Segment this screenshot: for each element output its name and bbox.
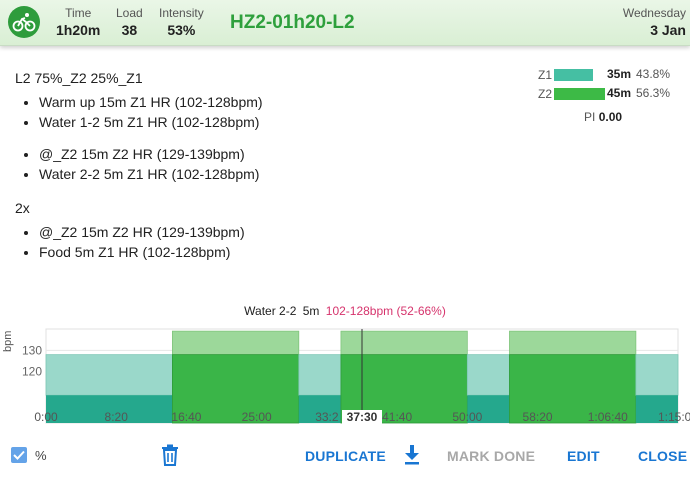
step-name: Water 2-2 — [244, 304, 297, 318]
x-tick-label: 50:00 — [452, 410, 482, 424]
step-band-z2-upper — [509, 330, 637, 356]
pi-label: PI — [584, 110, 596, 124]
stat-time: Time 1h20m — [56, 6, 100, 38]
day-of-week: Wednesday — [622, 6, 686, 20]
zone-name: Z2 — [538, 87, 553, 101]
step-duration: 5m — [302, 304, 320, 318]
description-heading: L2 75%_Z2 25%_Z1 — [15, 70, 143, 86]
stat-load-label: Load — [116, 6, 143, 20]
mark-done-button[interactable]: MARK DONE — [447, 448, 535, 464]
download-icon[interactable] — [403, 444, 421, 471]
zone-summary: Z1 35m 43.8% Z2 45m 56.3% PI 0.00 — [536, 66, 686, 124]
stat-intensity: Intensity 53% — [159, 6, 204, 38]
percent-checkbox[interactable] — [11, 447, 27, 463]
stat-intensity-label: Intensity — [159, 6, 204, 20]
cyclist-icon — [8, 6, 40, 38]
zone-bar — [554, 88, 605, 100]
step-band-z1 — [466, 354, 510, 396]
x-tick-label: 8:20 — [105, 410, 129, 424]
x-tick-label: 25:00 — [242, 410, 272, 424]
chart-step-readout: Water 2-2 5m 102-128bpm (52-66%) — [0, 304, 690, 318]
x-tick-label: 16:40 — [171, 410, 201, 424]
pi-value: 0.00 — [598, 110, 623, 124]
y-tick-label: 130 — [22, 343, 42, 357]
stat-time-value: 1h20m — [56, 22, 101, 38]
x-tick-label: 41:40 — [382, 410, 412, 424]
cursor-label: 37:30 — [347, 410, 378, 424]
edit-button[interactable]: EDIT — [567, 448, 600, 464]
zone-time: 35m — [607, 67, 632, 81]
step-item: @_Z2 15m Z2 HR (129-139bpm) — [39, 222, 495, 242]
step-band-z2-upper — [171, 330, 300, 356]
step-item: Water 1-2 5m Z1 HR (102-128bpm) — [39, 112, 495, 132]
percent-checkbox-label: % — [35, 448, 47, 463]
day-month: 3 Jan — [650, 22, 686, 38]
step-item: @_Z2 15m Z2 HR (129-139bpm) — [39, 144, 495, 164]
stat-intensity-value: 53% — [167, 22, 196, 38]
close-button[interactable]: CLOSE — [638, 448, 687, 464]
x-tick-label: 0:00 — [34, 410, 58, 424]
step-list-1: Warm up 15m Z1 HR (102-128bpm) Water 1-2… — [39, 92, 495, 132]
stat-load: Load 38 — [116, 6, 143, 38]
pi-readout: PI 0.00 — [584, 110, 622, 124]
step-range: 102-128bpm (52-66%) — [325, 304, 446, 318]
step-band-z1 — [635, 354, 679, 396]
zone-percent: 56.3% — [636, 86, 671, 100]
zone-row-z2: Z2 45m 56.3% — [536, 85, 686, 104]
zone-bar — [554, 69, 593, 81]
step-list-3: @_Z2 15m Z2 HR (129-139bpm) Food 5m Z1 H… — [39, 222, 495, 262]
step-item: Food 5m Z1 HR (102-128bpm) — [39, 242, 495, 262]
x-tick-label: 1:15:00 — [658, 410, 690, 424]
repeat-label: 2x — [15, 200, 30, 216]
zone-name: Z1 — [538, 68, 553, 82]
step-item: Water 2-2 5m Z1 HR (102-128bpm) — [39, 164, 495, 184]
y-tick-label: 120 — [22, 365, 42, 379]
x-tick-label: 1:06:40 — [588, 410, 628, 424]
zone-row-z1: Z1 35m 43.8% — [536, 66, 686, 85]
step-band-z1 — [298, 354, 342, 396]
step-item: Warm up 15m Z1 HR (102-128bpm) — [39, 92, 495, 112]
stat-load-value: 38 — [121, 22, 138, 38]
zone-percent: 43.8% — [636, 67, 671, 81]
workout-chart[interactable]: 120 130 0:00 8:20 16:40 25:00 33:2 41:40 50:00 58… — [0, 320, 690, 430]
x-tick-label: 33:2 — [315, 410, 339, 424]
step-band-z1 — [45, 354, 173, 396]
workout-description: L2 75%_Z2 25%_Z1 Warm up 15m Z1 HR (102-… — [15, 68, 495, 262]
step-band-z2-upper — [340, 330, 468, 356]
delete-icon[interactable] — [161, 444, 179, 471]
duplicate-button[interactable]: DUPLICATE — [305, 448, 386, 464]
x-tick-label: 58:20 — [523, 410, 553, 424]
workout-title: HZ2-01h20-L2 — [230, 12, 355, 33]
workout-date: Wednesday 3 Jan — [623, 6, 686, 38]
step-list-2: @_Z2 15m Z2 HR (129-139bpm) Water 2-2 5m… — [39, 144, 495, 184]
zone-time: 45m — [607, 86, 632, 100]
app-header: Time 1h20m Load 38 Intensity 53% HZ2-01h… — [0, 0, 690, 46]
stat-time-label: Time — [65, 6, 92, 20]
